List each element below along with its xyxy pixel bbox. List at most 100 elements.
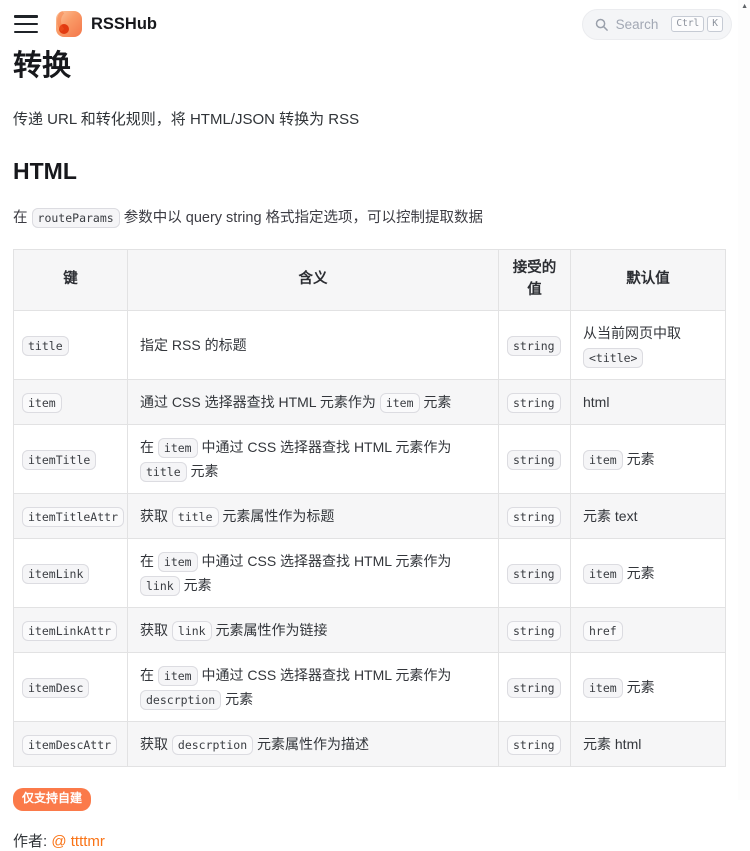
cell-meaning: 指定 RSS 的标题 xyxy=(128,310,499,379)
accepts-code-badge: string xyxy=(507,393,561,413)
table-row: itemDesc 在 item 中通过 CSS 选择器查找 HTML 元素作为 d… xyxy=(14,652,726,721)
inline-code: link xyxy=(140,576,180,596)
author-line: 作者: @ ttttmr xyxy=(13,830,725,851)
search-placeholder: Search xyxy=(616,17,659,32)
inline-code: item xyxy=(380,393,420,413)
search-shortcut: Ctrl K xyxy=(671,16,723,32)
cell-meaning: 在 item 中通过 CSS 选择器查找 HTML 元素作为 title 元素 xyxy=(128,424,499,493)
inline-code: routeParams xyxy=(32,208,120,228)
table-row: title 指定 RSS 的标题 string 从当前网页中取 <title> xyxy=(14,310,726,379)
cell-accepts: string xyxy=(499,652,571,721)
self-hosted-only-badge: 仅支持自建 xyxy=(13,788,91,811)
accepts-code-badge: string xyxy=(507,735,561,755)
accepts-code-badge: string xyxy=(507,621,561,641)
search-input[interactable]: Search Ctrl K xyxy=(582,9,732,40)
table-row: itemLink 在 item 中通过 CSS 选择器查找 HTML 元素作为 l… xyxy=(14,538,726,607)
inline-code: item xyxy=(158,438,198,458)
cell-accepts: string xyxy=(499,721,571,766)
key-code-badge: itemLink xyxy=(22,564,89,584)
cell-meaning: 获取 descrption 元素属性作为描述 xyxy=(128,721,499,766)
page-scrollbar[interactable]: ▲ xyxy=(738,0,750,800)
key-code-badge: itemTitle xyxy=(22,450,96,470)
header-key: 键 xyxy=(14,250,128,311)
inline-code: title xyxy=(140,462,187,482)
inline-code: item xyxy=(583,450,623,470)
cell-default: 元素 html xyxy=(571,721,726,766)
cell-default: 元素 text xyxy=(571,493,726,538)
table-row: itemLinkAttr 获取 link 元素属性作为链接 string href xyxy=(14,607,726,652)
key-code-badge: itemLinkAttr xyxy=(22,621,117,641)
table-header-row: 键 含义 接受的值 默认值 xyxy=(14,250,726,311)
cell-key: itemTitle xyxy=(14,424,128,493)
inline-code: link xyxy=(172,621,212,641)
search-icon xyxy=(594,17,609,32)
cell-default: item 元素 xyxy=(571,424,726,493)
page-title: 转换 xyxy=(13,51,725,83)
cell-default: html xyxy=(571,379,726,424)
cell-default: 从当前网页中取 <title> xyxy=(571,310,726,379)
inline-code: item xyxy=(158,552,198,572)
inline-code: <title> xyxy=(583,348,643,368)
table-row: itemTitle 在 item 中通过 CSS 选择器查找 HTML 元素作为 … xyxy=(14,424,726,493)
key-code-badge: itemDescAttr xyxy=(22,735,117,755)
cell-default: item 元素 xyxy=(571,652,726,721)
accepts-code-badge: string xyxy=(507,564,561,584)
accepts-code-badge: string xyxy=(507,678,561,698)
header-accepts: 接受的值 xyxy=(499,250,571,311)
inline-code: item xyxy=(158,666,198,686)
inline-code: item xyxy=(583,564,623,584)
cell-key: item xyxy=(14,379,128,424)
author-label: 作者: xyxy=(13,833,51,850)
cell-meaning: 获取 link 元素属性作为链接 xyxy=(128,607,499,652)
navbar: RSSHub Search Ctrl K xyxy=(0,0,750,48)
params-table: 键 含义 接受的值 默认值 title 指定 RSS 的标题 string 从当前网页… xyxy=(13,249,726,767)
page-subtitle: 传递 URL 和转化规则，将 HTML/JSON 转换为 RSS xyxy=(13,108,725,129)
cell-accepts: string xyxy=(499,310,571,379)
author-link[interactable]: @ ttttmr xyxy=(51,833,105,850)
key-code-badge: itemTitleAttr xyxy=(22,507,124,527)
cell-accepts: string xyxy=(499,493,571,538)
inline-code: descrption xyxy=(140,690,221,710)
inline-code: title xyxy=(172,507,219,527)
cell-key: itemLink xyxy=(14,538,128,607)
cell-meaning: 获取 title 元素属性作为标题 xyxy=(128,493,499,538)
key-code-badge: item xyxy=(22,393,62,413)
inline-code: href xyxy=(583,621,623,641)
table-row: itemDescAttr 获取 descrption 元素属性作为描述 string… xyxy=(14,721,726,766)
intro-paragraph: 在 routeParams 参数中以 query string 格式指定选项，可… xyxy=(13,206,725,227)
page-content: 转换 传递 URL 和转化规则，将 HTML/JSON 转换为 RSS HTML… xyxy=(0,51,750,851)
ctrl-key-badge: Ctrl xyxy=(671,16,704,32)
cell-meaning: 在 item 中通过 CSS 选择器查找 HTML 元素作为 link 元素 xyxy=(128,538,499,607)
cell-accepts: string xyxy=(499,607,571,652)
header-meaning: 含义 xyxy=(128,250,499,311)
accepts-code-badge: string xyxy=(507,507,561,527)
header-default: 默认值 xyxy=(571,250,726,311)
cell-key: itemTitleAttr xyxy=(14,493,128,538)
table-body: title 指定 RSS 的标题 string 从当前网页中取 <title> item… xyxy=(14,310,726,766)
table-row: itemTitleAttr获取 title 元素属性作为标题 string 元素 t… xyxy=(14,493,726,538)
cell-accepts: string xyxy=(499,379,571,424)
cell-accepts: string xyxy=(499,424,571,493)
rsshub-logo[interactable] xyxy=(56,11,82,37)
inline-code: descrption xyxy=(172,735,253,755)
cell-meaning: 在 item 中通过 CSS 选择器查找 HTML 元素作为 descrptio… xyxy=(128,652,499,721)
k-key-badge: K xyxy=(707,16,723,32)
cell-key: itemLinkAttr xyxy=(14,607,128,652)
accepts-code-badge: string xyxy=(507,450,561,470)
inline-code: item xyxy=(583,678,623,698)
table-row: item通过 CSS 选择器查找 HTML 元素作为 item 元素string… xyxy=(14,379,726,424)
accepts-code-badge: string xyxy=(507,336,561,356)
cell-default: href xyxy=(571,607,726,652)
cell-accepts: string xyxy=(499,538,571,607)
section-heading-html: HTML xyxy=(13,158,725,186)
key-code-badge: itemDesc xyxy=(22,678,89,698)
cell-key: itemDescAttr xyxy=(14,721,128,766)
cell-key: title xyxy=(14,310,128,379)
hamburger-menu-icon[interactable] xyxy=(14,15,38,33)
cell-meaning: 通过 CSS 选择器查找 HTML 元素作为 item 元素 xyxy=(128,379,499,424)
brand-title[interactable]: RSSHub xyxy=(91,15,157,34)
cell-key: itemDesc xyxy=(14,652,128,721)
key-code-badge: title xyxy=(22,336,69,356)
scrollbar-up-arrow-icon[interactable]: ▲ xyxy=(741,3,748,10)
cell-default: item 元素 xyxy=(571,538,726,607)
